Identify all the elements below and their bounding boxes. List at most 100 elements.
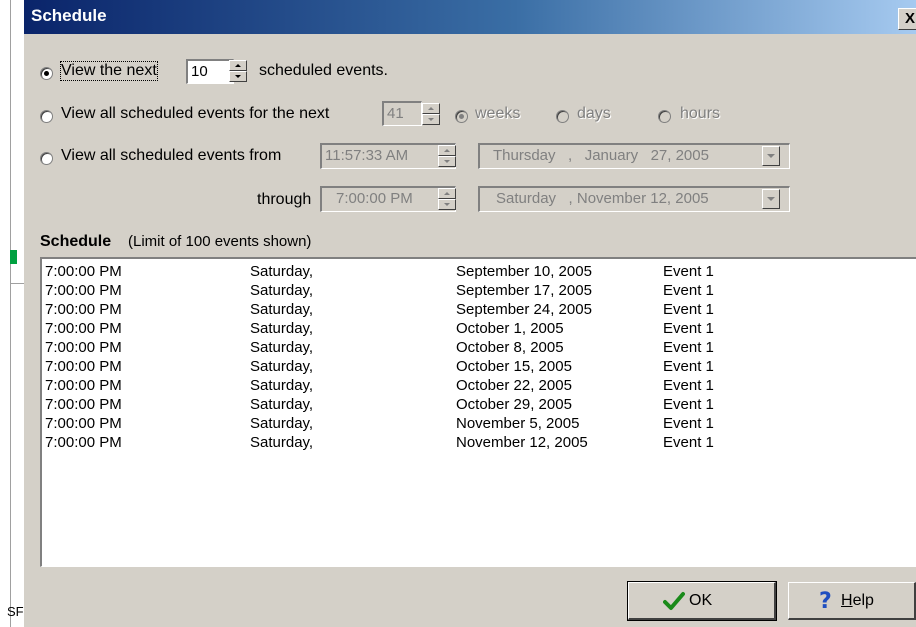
ok-button-label: OK bbox=[689, 592, 713, 609]
from-time-input[interactable]: 11:57:33 AM bbox=[320, 143, 456, 169]
cell-date: October 8, 2005 bbox=[456, 339, 564, 356]
spin-up-button[interactable] bbox=[438, 188, 456, 199]
from-date-dropdown-button[interactable] bbox=[762, 146, 780, 166]
spin-up-button[interactable] bbox=[438, 145, 456, 156]
radio-unit-weeks[interactable] bbox=[455, 110, 468, 123]
cell-date: November 5, 2005 bbox=[456, 415, 580, 432]
cell-time: 7:00:00 PM bbox=[45, 282, 122, 299]
spin-down-button[interactable] bbox=[438, 199, 456, 210]
cell-event: Event 1 bbox=[663, 339, 714, 356]
from-date-value: Thursday , January 27, 2005 bbox=[493, 147, 709, 164]
schedule-list[interactable]: 7:00:00 PM Saturday, September 10, 2005 Eve… bbox=[40, 257, 916, 567]
through-time-spinner[interactable] bbox=[438, 188, 456, 210]
close-button[interactable]: X bbox=[898, 8, 916, 30]
cell-date: November 12, 2005 bbox=[456, 434, 588, 451]
cell-time: 7:00:00 PM bbox=[45, 415, 122, 432]
cell-time: 7:00:00 PM bbox=[45, 396, 122, 413]
cell-event: Event 1 bbox=[663, 434, 714, 451]
cell-day: Saturday, bbox=[250, 263, 314, 280]
cell-date: September 10, 2005 bbox=[456, 263, 592, 280]
table-row[interactable]: 7:00:00 PM Saturday, November 5, 2005 Event… bbox=[42, 414, 916, 433]
radio-view-next-period[interactable] bbox=[40, 110, 53, 123]
cell-time: 7:00:00 PM bbox=[45, 339, 122, 356]
schedule-heading: Schedule bbox=[40, 233, 112, 250]
title-bar[interactable]: Schedule X bbox=[24, 0, 916, 34]
next-period-count-value: 41 bbox=[387, 105, 404, 122]
background-window-strip: SF bbox=[0, 0, 24, 627]
table-row[interactable]: 7:00:00 PM Saturday, November 12, 2005 Even… bbox=[42, 433, 916, 452]
cell-date: October 15, 2005 bbox=[456, 358, 572, 375]
cell-time: 7:00:00 PM bbox=[45, 434, 122, 451]
next-period-count-input[interactable]: 41 bbox=[382, 101, 422, 126]
cell-day: Saturday, bbox=[250, 377, 314, 394]
table-row[interactable]: 7:00:00 PM Saturday, October 8, 2005 Event … bbox=[42, 338, 916, 357]
table-row[interactable]: 7:00:00 PM Saturday, October 29, 2005 Event… bbox=[42, 395, 916, 414]
cell-event: Event 1 bbox=[663, 263, 714, 280]
cell-event: Event 1 bbox=[663, 320, 714, 337]
radio-view-next-events[interactable] bbox=[40, 67, 53, 80]
cell-date: September 17, 2005 bbox=[456, 282, 592, 299]
view-next-period-label: View all scheduled events for the next bbox=[61, 105, 330, 122]
next-period-spinner[interactable] bbox=[422, 103, 440, 125]
checkmark-icon bbox=[663, 592, 685, 610]
unit-weeks-label: weeks bbox=[475, 105, 521, 122]
cell-day: Saturday, bbox=[250, 301, 314, 318]
ok-button[interactable]: OK bbox=[627, 581, 777, 621]
table-row[interactable]: 7:00:00 PM Saturday, September 10, 2005 Eve… bbox=[42, 262, 916, 281]
table-row[interactable]: 7:00:00 PM Saturday, October 15, 2005 Event… bbox=[42, 357, 916, 376]
cell-day: Saturday, bbox=[250, 396, 314, 413]
scheduled-events-label: scheduled events. bbox=[259, 62, 388, 79]
from-time-spinner[interactable] bbox=[438, 145, 456, 167]
background-text-fragment: SF bbox=[7, 604, 24, 619]
question-mark-icon: ? bbox=[819, 589, 832, 614]
spin-up-button[interactable] bbox=[422, 103, 440, 114]
next-events-spinner[interactable] bbox=[229, 60, 247, 82]
through-date-select[interactable]: Saturday , November 12, 2005 bbox=[478, 186, 790, 212]
cell-time: 7:00:00 PM bbox=[45, 263, 122, 280]
cell-time: 7:00:00 PM bbox=[45, 358, 122, 375]
through-label: through bbox=[257, 191, 312, 208]
cell-event: Event 1 bbox=[663, 396, 714, 413]
cell-day: Saturday, bbox=[250, 320, 314, 337]
next-events-count-value: 10 bbox=[191, 63, 208, 80]
cell-event: Event 1 bbox=[663, 301, 714, 318]
cell-time: 7:00:00 PM bbox=[45, 301, 122, 318]
cell-event: Event 1 bbox=[663, 415, 714, 432]
schedule-limit-note: (Limit of 100 events shown) bbox=[128, 233, 312, 250]
radio-unit-hours[interactable] bbox=[658, 110, 671, 123]
through-time-value: 7:00:00 PM bbox=[336, 190, 413, 207]
cell-time: 7:00:00 PM bbox=[45, 320, 122, 337]
through-time-input[interactable]: 7:00:00 PM bbox=[320, 186, 456, 212]
spin-down-button[interactable] bbox=[422, 114, 440, 125]
table-row[interactable]: 7:00:00 PM Saturday, October 1, 2005 Event … bbox=[42, 319, 916, 338]
view-range-from-label: View all scheduled events from bbox=[61, 147, 282, 164]
cell-day: Saturday, bbox=[250, 339, 314, 356]
cell-date: September 24, 2005 bbox=[456, 301, 592, 318]
radio-unit-days[interactable] bbox=[556, 110, 569, 123]
window-edge bbox=[10, 0, 11, 627]
view-next-label[interactable]: View the next bbox=[60, 61, 158, 81]
dialog-title: Schedule bbox=[31, 6, 107, 25]
through-date-dropdown-button[interactable] bbox=[762, 189, 780, 209]
schedule-dialog: Schedule X View the next 10 scheduled ev… bbox=[24, 0, 916, 627]
cell-event: Event 1 bbox=[663, 282, 714, 299]
spin-down-button[interactable] bbox=[438, 156, 456, 167]
spin-up-button[interactable] bbox=[229, 60, 247, 71]
help-button[interactable]: ? Help bbox=[788, 582, 916, 620]
spin-down-button[interactable] bbox=[229, 71, 247, 82]
help-button-label: Help bbox=[841, 592, 874, 610]
from-date-select[interactable]: Thursday , January 27, 2005 bbox=[478, 143, 790, 169]
cell-date: October 22, 2005 bbox=[456, 377, 572, 394]
radio-view-date-range[interactable] bbox=[40, 152, 53, 165]
cell-time: 7:00:00 PM bbox=[45, 377, 122, 394]
help-label-rest: elp bbox=[852, 592, 874, 609]
unit-days-label: days bbox=[577, 105, 611, 122]
help-accelerator: H bbox=[841, 592, 853, 609]
table-row[interactable]: 7:00:00 PM Saturday, September 24, 2005 Eve… bbox=[42, 300, 916, 319]
next-events-count-input[interactable]: 10 bbox=[186, 59, 234, 84]
table-row[interactable]: 7:00:00 PM Saturday, October 22, 2005 Event… bbox=[42, 376, 916, 395]
table-row[interactable]: 7:00:00 PM Saturday, September 17, 2005 Eve… bbox=[42, 281, 916, 300]
divider bbox=[10, 283, 24, 284]
cell-day: Saturday, bbox=[250, 282, 314, 299]
cell-day: Saturday, bbox=[250, 358, 314, 375]
